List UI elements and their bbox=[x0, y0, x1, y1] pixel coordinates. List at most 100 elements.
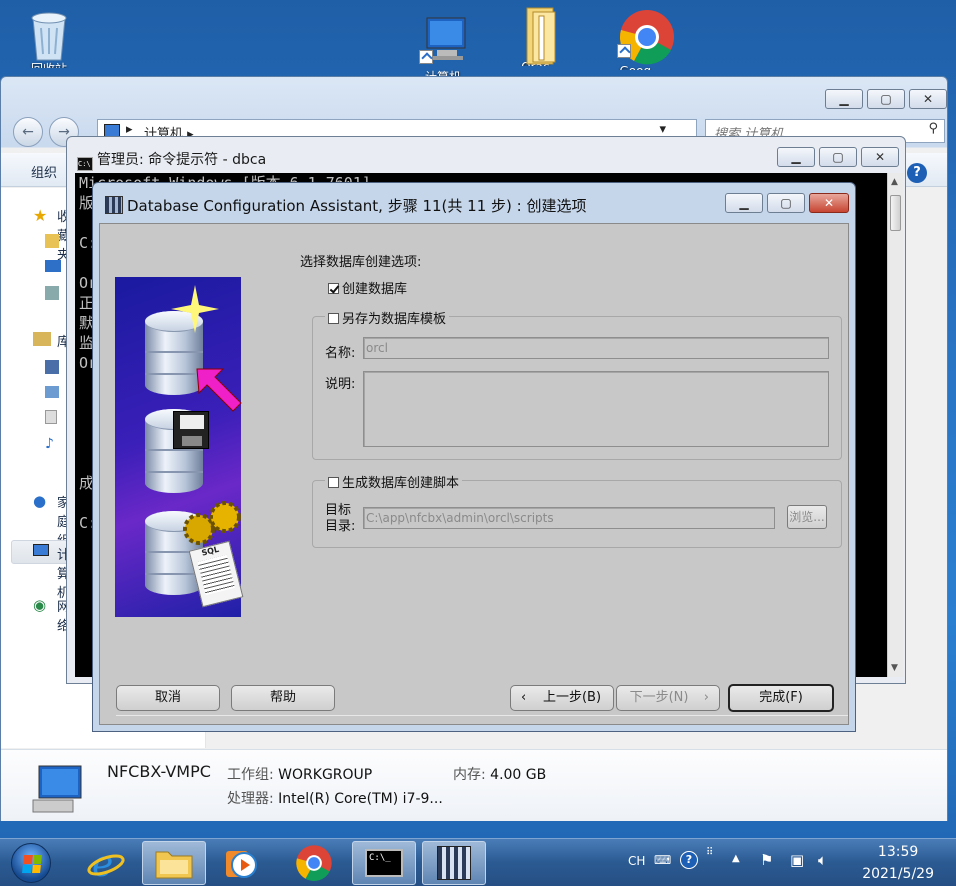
cmd-title-text: 管理员: 命令提示符 - dbca bbox=[97, 152, 267, 168]
processor-label: 处理器: bbox=[227, 791, 274, 807]
desktop-icon-folder[interactable]: Orac... bbox=[506, 4, 576, 66]
windows-logo-icon bbox=[11, 843, 51, 883]
computer-small-icon bbox=[33, 544, 49, 556]
processor-value: Intel(R) Core(TM) i7-9... bbox=[278, 791, 443, 807]
create-database-checkbox[interactable] bbox=[328, 283, 339, 294]
volume-icon[interactable]: 🔈︎ bbox=[818, 851, 827, 869]
desktop-icon-computer[interactable]: 计算机 bbox=[408, 14, 478, 76]
template-name-input[interactable]: orcl bbox=[363, 337, 829, 359]
clock-time: 13:59 bbox=[877, 844, 919, 860]
video-library-icon bbox=[45, 360, 59, 374]
cmd-scrollbar[interactable]: ▲ ▼ bbox=[887, 173, 903, 677]
processor-info: 处理器: Intel(R) Core(TM) i7-9... bbox=[227, 788, 443, 808]
maximize-button[interactable]: ▢ bbox=[819, 147, 857, 167]
cmd-icon: C:\ bbox=[77, 157, 93, 171]
template-description-input[interactable] bbox=[363, 371, 829, 447]
create-database-option[interactable]: 创建数据库 bbox=[328, 278, 407, 297]
generate-script-checkbox[interactable] bbox=[328, 477, 339, 488]
save-template-checkbox[interactable] bbox=[328, 313, 339, 324]
taskbar-dbca[interactable] bbox=[422, 841, 486, 885]
homegroup-icon: ● bbox=[33, 492, 47, 510]
target-directory-label: 目标 目录: bbox=[325, 503, 355, 535]
organize-menu[interactable]: 组织 bbox=[31, 162, 57, 181]
star-sparkle-icon bbox=[171, 285, 219, 333]
dropdown-arrow-icon[interactable]: ▾ bbox=[659, 122, 666, 137]
start-button[interactable] bbox=[4, 839, 58, 886]
target-label-line-1: 目标 bbox=[325, 503, 352, 518]
search-icon: ⚲ bbox=[928, 121, 938, 136]
picture-library-icon bbox=[45, 386, 59, 398]
browse-button[interactable]: 浏览... bbox=[787, 505, 827, 529]
shortcut-arrow-icon bbox=[617, 44, 631, 58]
desktop-icon-chrome[interactable]: Goog... bbox=[606, 8, 676, 70]
generate-script-option[interactable]: 生成数据库创建脚本 bbox=[325, 472, 463, 491]
keyboard-icon[interactable]: ⌨ bbox=[654, 853, 671, 867]
taskbar-ie[interactable]: e bbox=[74, 841, 138, 885]
help-icon[interactable]: ? bbox=[907, 163, 927, 183]
workgroup-value: WORKGROUP bbox=[278, 767, 373, 783]
dbca-app-icon bbox=[105, 196, 123, 214]
desktop-icon-label: 计算机 bbox=[408, 66, 478, 76]
scroll-up-arrow-icon[interactable]: ▲ bbox=[891, 177, 898, 187]
system-clock[interactable]: 13:59 2021/5/29 bbox=[862, 841, 934, 885]
scroll-down-arrow-icon[interactable]: ▼ bbox=[891, 663, 898, 673]
cmd-window-controls: ▁ ▢ ✕ bbox=[777, 147, 899, 167]
music-library-icon: ♪ bbox=[45, 436, 54, 452]
dbca-title-text: Database Configuration Assistant, 步骤 11(… bbox=[127, 197, 587, 215]
close-button[interactable]: ✕ bbox=[809, 193, 849, 213]
cmd-window-title: C:\ 管理员: 命令提示符 - dbca bbox=[77, 149, 266, 171]
dbca-app-icon bbox=[437, 846, 471, 880]
taskbar-cmd[interactable]: C:\_ bbox=[352, 841, 416, 885]
chevron-right-icon: › bbox=[703, 690, 709, 705]
pink-arrow-icon bbox=[196, 368, 242, 412]
action-center-flag-icon[interactable]: ⚑ bbox=[760, 851, 773, 869]
taskbar-chrome[interactable] bbox=[282, 841, 346, 885]
chrome-icon bbox=[296, 845, 332, 881]
internet-explorer-icon: e bbox=[87, 844, 125, 883]
gears-icon bbox=[183, 501, 241, 545]
memory-value: 4.00 GB bbox=[490, 767, 547, 783]
next-button-label: 下一步(N) bbox=[629, 690, 689, 705]
target-directory-input[interactable]: C:\app\nfcbx\admin\orcl\scripts bbox=[363, 507, 775, 529]
template-description-label: 说明: bbox=[325, 377, 356, 392]
memory-label: 内存: bbox=[453, 767, 486, 783]
next-button[interactable]: 下一步(N) › bbox=[616, 685, 720, 711]
minimize-button[interactable]: ▁ bbox=[825, 89, 863, 109]
minimize-button[interactable]: ▁ bbox=[725, 193, 763, 213]
taskbar-media-player[interactable] bbox=[208, 841, 272, 885]
network-status-icon[interactable]: ▣ bbox=[790, 851, 804, 869]
back-button[interactable]: ‹ 上一步(B) bbox=[510, 685, 614, 711]
section-title: 选择数据库创建选项: bbox=[300, 255, 422, 270]
help-icon[interactable]: ? bbox=[680, 851, 698, 869]
desktop-icon-recycle-bin[interactable]: 回收站 bbox=[14, 6, 84, 68]
target-label-line-2: 目录: bbox=[325, 519, 356, 534]
close-button[interactable]: ✕ bbox=[909, 89, 947, 109]
scrollbar-thumb[interactable] bbox=[890, 195, 901, 231]
library-icon bbox=[33, 332, 51, 346]
create-database-label: 创建数据库 bbox=[342, 282, 408, 297]
footer-separator bbox=[116, 715, 848, 716]
clock-date: 2021/5/29 bbox=[862, 866, 934, 882]
folder-icon bbox=[45, 234, 59, 248]
taskbar-explorer[interactable] bbox=[142, 841, 206, 885]
recycle-bin-icon bbox=[25, 6, 73, 61]
close-button[interactable]: ✕ bbox=[861, 147, 899, 167]
ime-options-icon[interactable]: ⠿ bbox=[706, 847, 713, 858]
explorer-window-controls: ▁ ▢ ✕ bbox=[825, 89, 947, 109]
cmd-icon: C:\_ bbox=[365, 849, 403, 877]
floppy-disk-icon bbox=[173, 411, 209, 449]
folder-icon bbox=[155, 851, 193, 879]
network-icon: ◉ bbox=[33, 596, 47, 614]
folder-icon bbox=[517, 4, 565, 65]
minimize-button[interactable]: ▁ bbox=[777, 147, 815, 167]
input-language[interactable]: CH bbox=[628, 854, 645, 868]
back-button[interactable]: ← bbox=[13, 117, 43, 147]
finish-button[interactable]: 完成(F) bbox=[728, 684, 834, 712]
cancel-button[interactable]: 取消 bbox=[116, 685, 220, 711]
save-template-option[interactable]: 另存为数据库模板 bbox=[325, 308, 450, 327]
help-button[interactable]: 帮助 bbox=[231, 685, 335, 711]
memory-info: 内存: 4.00 GB bbox=[453, 764, 546, 784]
maximize-button[interactable]: ▢ bbox=[767, 193, 805, 213]
show-hidden-icons-icon[interactable]: ▲ bbox=[732, 853, 740, 864]
maximize-button[interactable]: ▢ bbox=[867, 89, 905, 109]
